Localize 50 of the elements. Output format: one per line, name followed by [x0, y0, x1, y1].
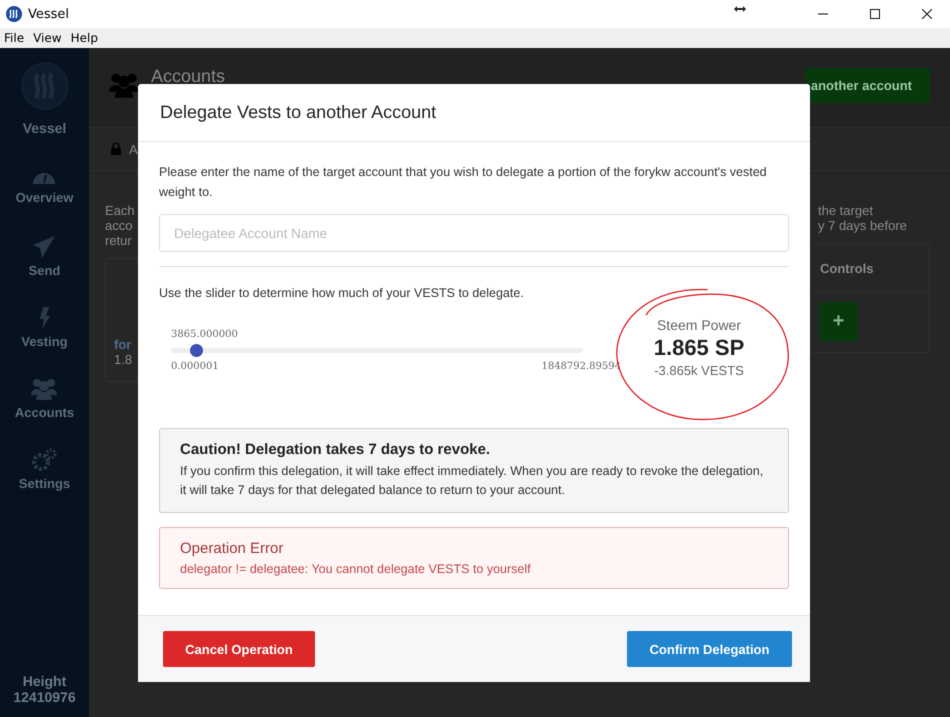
resize-cursor-icon	[734, 6, 746, 12]
menu-item[interactable]: File	[0, 31, 30, 45]
intro-text: y 7 days before	[818, 218, 908, 233]
steem-power-value: 1.865 SP	[654, 335, 744, 361]
vests-value: -3.865k VESTS	[654, 363, 744, 378]
block-height-label: Height	[22, 673, 66, 689]
users-icon	[31, 377, 58, 401]
slider-value-label: 3865.000000	[171, 329, 238, 340]
intro-text: acco	[105, 218, 134, 233]
sidebar-item[interactable]: Vesting	[21, 292, 68, 363]
prompt-text: Please enter the name of the target account that you wish to delegate a portion of the forykw account's vested weight to.	[159, 164, 768, 201]
account-balance: 1.8	[114, 352, 134, 367]
maximize-icon[interactable]	[870, 9, 880, 19]
delegatee-input-field[interactable]: Delegatee Account Name	[159, 214, 789, 252]
menu-item[interactable]: Help	[66, 31, 103, 45]
slider-prompt: Use the slider to determine how much of your VESTS to delegate.	[159, 285, 525, 302]
steem-power-label: Steem Power	[656, 317, 742, 333]
brand-logo-icon	[20, 62, 68, 110]
intro-text: Each	[105, 203, 136, 218]
column-header: Controls	[820, 260, 874, 276]
error-title: Operation Error	[180, 540, 284, 557]
error-text: delegator != delegatee: You cannot delegate VESTS to yourself	[180, 562, 532, 576]
dialog-title: Delegate Vests to another Account	[160, 102, 436, 123]
block-height-value: 12410976	[13, 689, 76, 705]
users-icon	[109, 72, 139, 98]
account-name[interactable]: for	[114, 337, 138, 352]
lock-icon	[111, 143, 121, 155]
intro-text: retur	[105, 233, 133, 248]
intro-text: the target	[818, 203, 874, 218]
caution-text: If you confirm this delegation, it will take effect immediately. When you are ready to revoke the delegation, it will take 7 days for that delegated balance to return to your account.	[180, 463, 764, 499]
add-account-button[interactable]: another account	[804, 68, 930, 103]
paper-plane-icon	[31, 235, 58, 259]
sidebar-item[interactable]: Settings	[18, 434, 70, 505]
close-icon[interactable]	[922, 9, 932, 19]
cancel-button[interactable]: Cancel Operation	[163, 631, 315, 667]
sidebar-item[interactable]: Overview	[16, 150, 74, 221]
confirm-button[interactable]: Confirm Delegation	[627, 631, 792, 667]
window-title: Vessel	[28, 6, 70, 22]
tab[interactable]: A	[129, 142, 138, 156]
gears-icon	[31, 448, 58, 472]
caution-title: Caution! Delegation takes 7 days to revoke.	[180, 441, 490, 458]
sidebar-item[interactable]: Send	[28, 221, 60, 292]
slider-thumb[interactable]	[190, 344, 203, 357]
page-title: Accounts	[151, 66, 226, 87]
menu-item[interactable]: View	[29, 31, 67, 45]
slider-min-label: 0.000001	[171, 361, 219, 372]
add-button[interactable]: +	[819, 302, 858, 341]
app-logo-icon	[6, 6, 22, 22]
sidebar-item[interactable]: Accounts	[14, 363, 74, 434]
brand-name: Vessel	[22, 120, 66, 136]
